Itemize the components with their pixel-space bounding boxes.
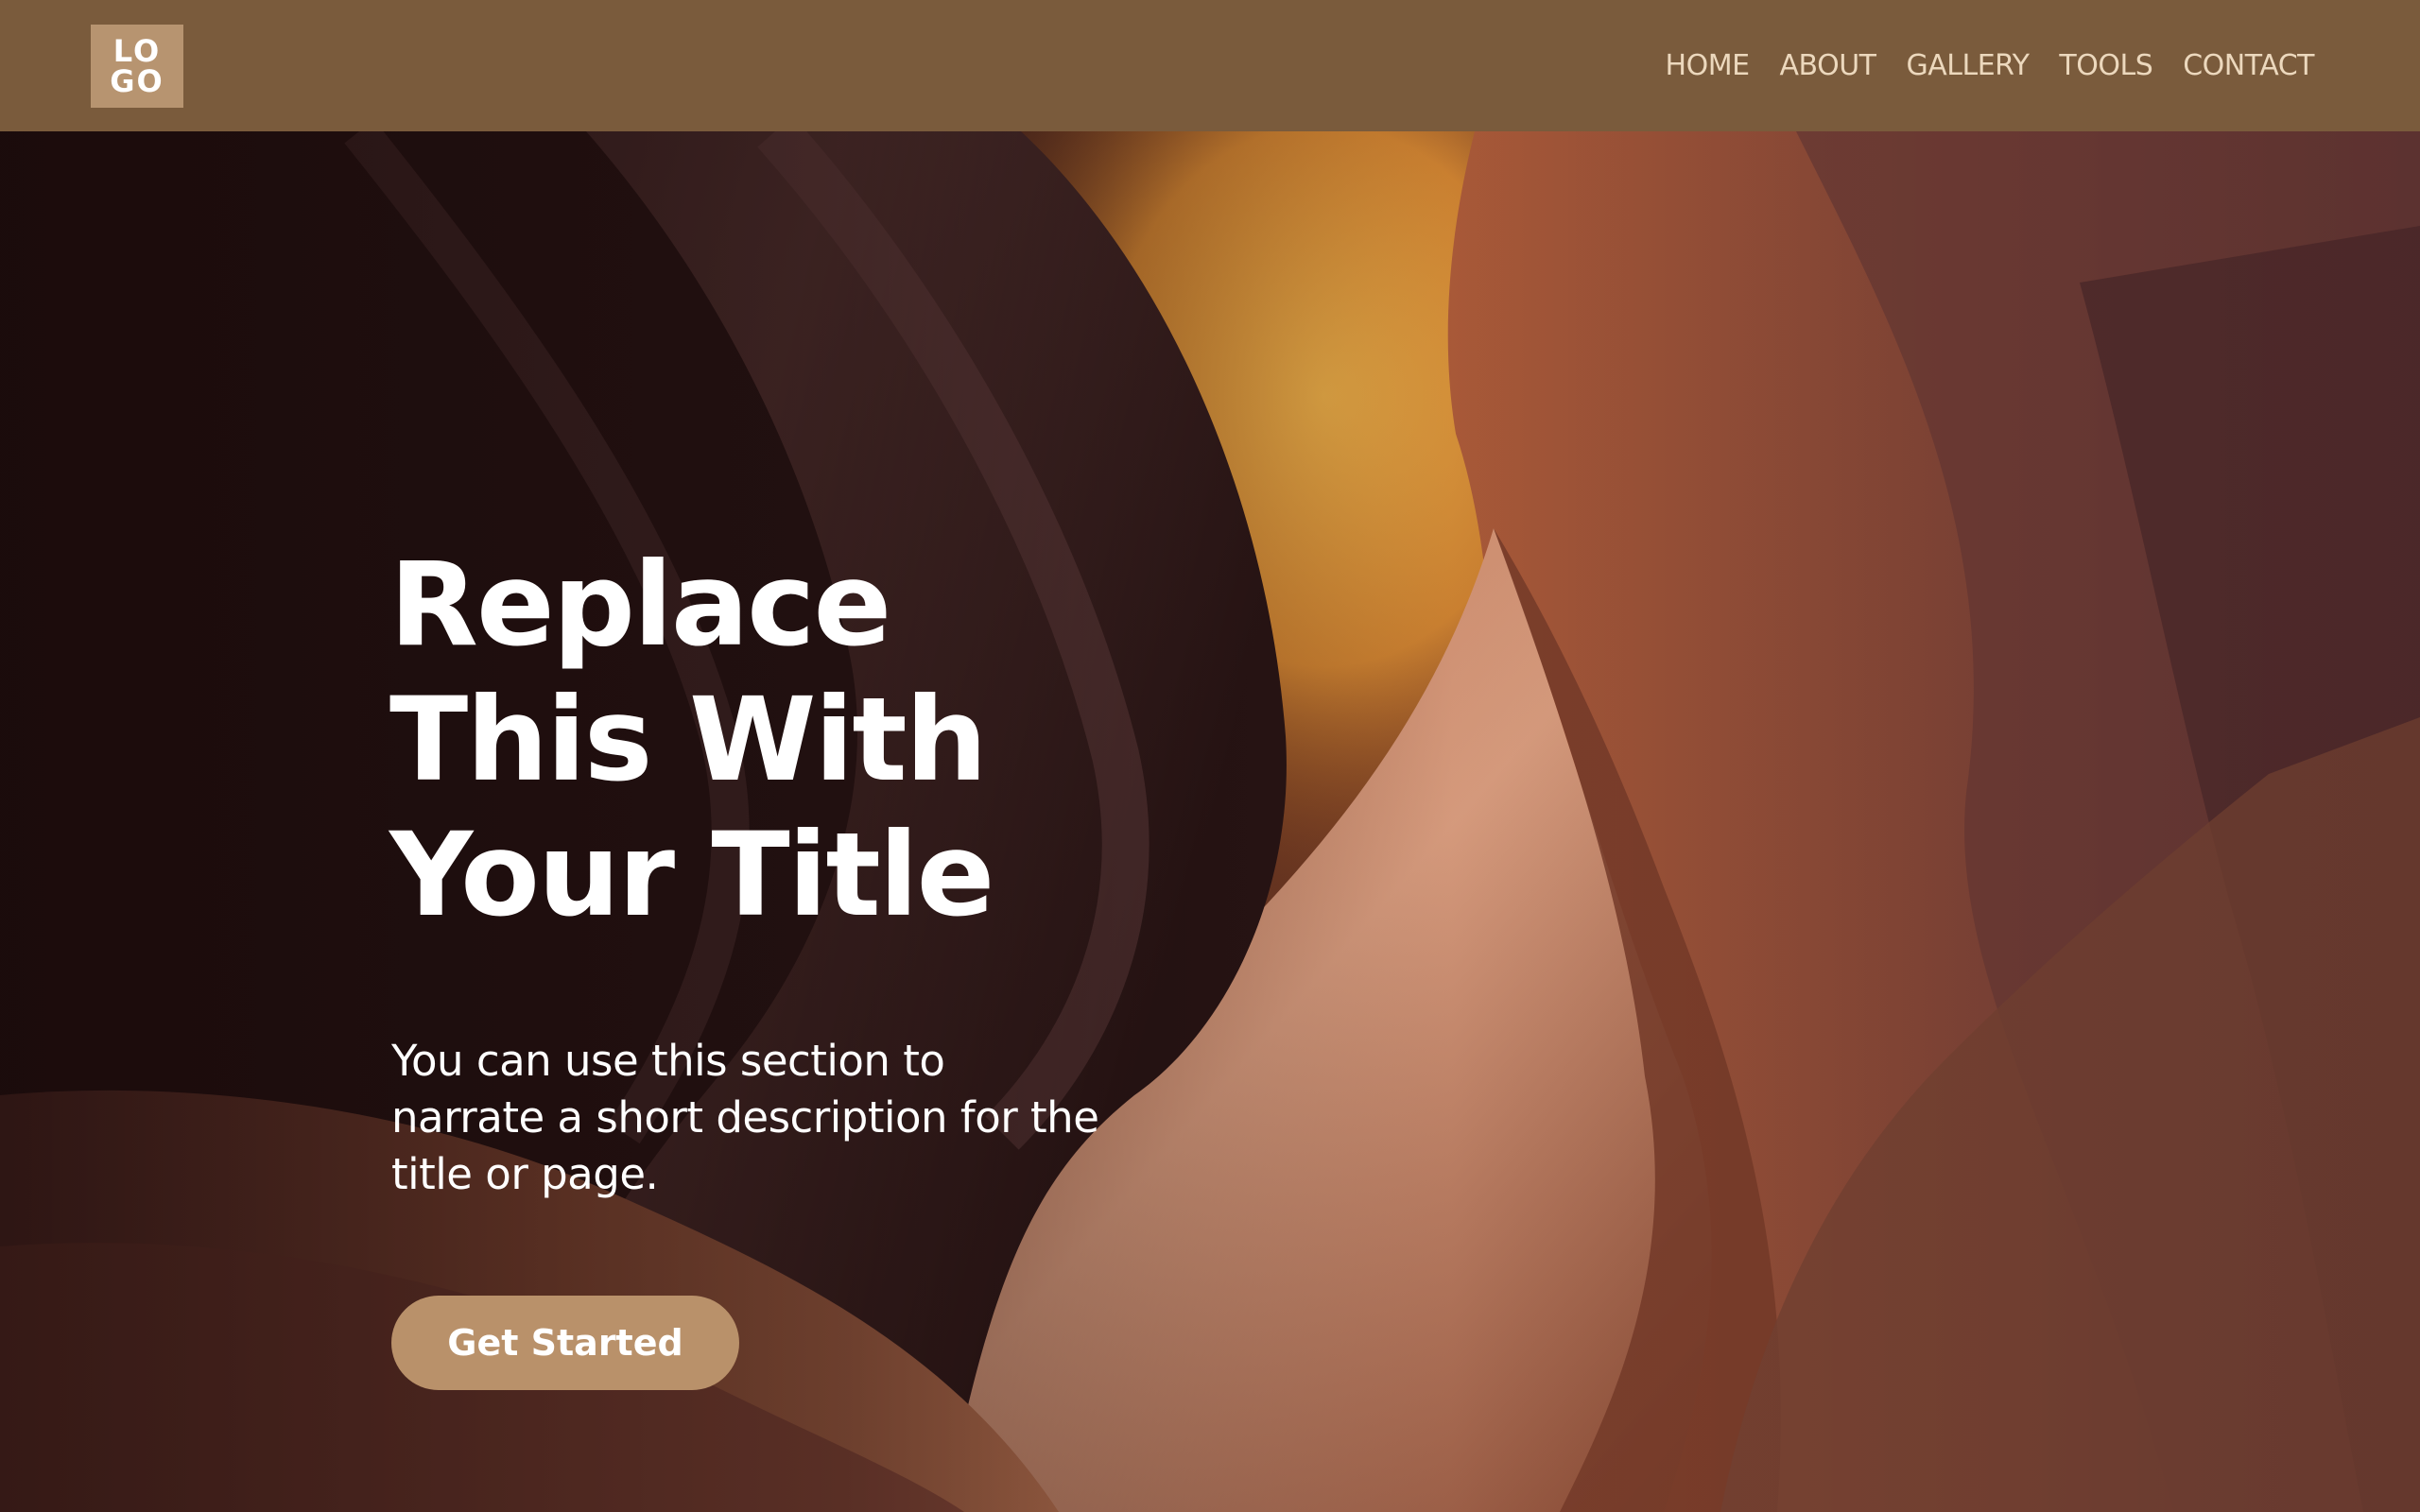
nav-link-tools[interactable]: TOOLS [2059,49,2152,82]
hero-title-line-3: Your Title [389,808,994,942]
top-navigation-bar: LO GO HOME ABOUT GALLERY TOOLS CONTACT [0,0,2420,131]
logo[interactable]: LO GO [91,25,183,108]
landing-page: LO GO HOME ABOUT GALLERY TOOLS CONTACT R… [0,0,2420,1512]
hero-description: You can use this section to narrate a sh… [391,1036,1099,1199]
nav-link-contact[interactable]: CONTACT [2183,49,2314,82]
main-nav: HOME ABOUT GALLERY TOOLS CONTACT [1666,0,2315,131]
hero-section: Replace This With Your Title You can use… [0,131,2420,1512]
hero-title: Replace This With Your Title [389,538,1240,943]
hero-title-line-1: Replace [389,538,891,672]
nav-link-home[interactable]: HOME [1666,49,1751,82]
get-started-button[interactable]: Get Started [391,1296,739,1390]
logo-text-line-1: LO [112,33,162,69]
logo-text-line-2: GO [110,63,164,99]
hero-title-line-2: This With [389,673,988,807]
nav-link-gallery[interactable]: GALLERY [1907,49,2030,82]
nav-link-about[interactable]: ABOUT [1780,49,1876,82]
